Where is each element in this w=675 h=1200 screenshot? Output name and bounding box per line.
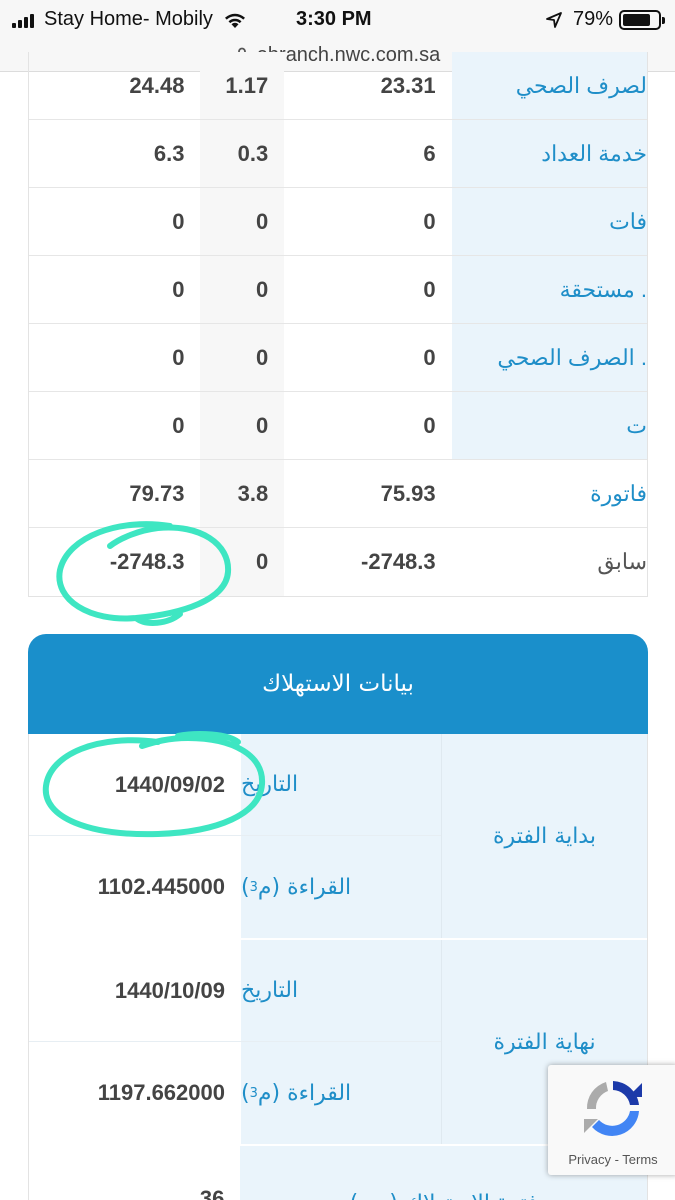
- start-date-label: التاريخ: [241, 734, 441, 835]
- recaptcha-separator: -: [610, 1152, 623, 1167]
- total-cell: 6.3: [153, 140, 185, 166]
- amount-cell: 0: [423, 208, 436, 234]
- battery-level: [623, 13, 650, 26]
- start-reading-value: 1102.445000: [97, 874, 225, 899]
- amount-cell: 0: [423, 276, 436, 302]
- row-label: لصرف الصحي: [451, 52, 647, 119]
- table-row: 0 0 0 فات: [29, 188, 647, 256]
- end-reading-close: ): [241, 1080, 250, 1106]
- location-arrow-icon: [546, 11, 562, 28]
- row-label: فاتورة: [451, 460, 647, 527]
- total-cell: 0: [172, 208, 185, 234]
- start-reading-unit-sup: 3: [249, 879, 258, 895]
- recaptcha-icon: [584, 1081, 642, 1136]
- recaptcha-badge[interactable]: Privacy - Terms: [548, 1065, 675, 1175]
- recaptcha-privacy-link[interactable]: Privacy: [568, 1152, 611, 1167]
- end-date-row: 1440/10/09 التاريخ: [29, 940, 441, 1042]
- consumption-period-value: 36: [199, 1186, 225, 1200]
- end-date-value: 1440/10/09: [114, 977, 225, 1003]
- total-cell: 0: [172, 344, 185, 370]
- end-reading-unit-sup: 3: [249, 1085, 258, 1101]
- status-bar: Stay Home- Mobily 3:30 PM 79%: [0, 0, 675, 38]
- status-left: Stay Home- Mobily: [12, 8, 247, 31]
- total-cell: 0: [172, 412, 185, 438]
- start-date-row: 1440/09/02 التاريخ: [29, 734, 441, 836]
- amount-cell: 75.93: [380, 480, 436, 506]
- end-reading-label: القراءة (م 3): [241, 1042, 441, 1144]
- total-cell: 24.48: [129, 72, 185, 98]
- vat-cell: 0: [200, 324, 285, 391]
- end-reading-value: 1197.662000: [97, 1080, 225, 1105]
- wifi-icon: [224, 13, 245, 28]
- table-row: 6.3 0.3 6 خدمة العداد: [29, 120, 647, 188]
- period-start-group: 1440/09/02 التاريخ 1102.445000 القراءة (…: [29, 734, 647, 940]
- end-reading-label-text: القراءة (م: [257, 1080, 352, 1106]
- row-label: . الصرف الصحي: [451, 324, 647, 391]
- amount-cell: 23.31: [380, 72, 436, 98]
- table-row: 000ت: [29, 392, 647, 460]
- carrier-name: Stay Home- Mobily: [44, 8, 213, 30]
- row-label: . مستحقة: [451, 256, 647, 323]
- recaptcha-links: Privacy - Terms: [548, 1152, 675, 1167]
- consumption-header: بيانات الاستهلاك: [28, 634, 648, 734]
- charges-card: 24.48 1.17 23.31 لصرف الصحي 6.3 0.3 6 خدمة العد…: [28, 52, 648, 597]
- amount-cell: 6: [423, 140, 436, 166]
- status-right: 79%: [545, 8, 665, 31]
- consumption-title: بيانات الاستهلاك: [262, 671, 414, 697]
- vat-cell: 0.3: [200, 120, 285, 187]
- row-label: فات: [451, 188, 647, 255]
- table-row: -2748.3 0 -2748.3 سابق: [29, 528, 647, 596]
- period-start-label: بداية الفترة: [441, 734, 647, 938]
- start-date-value: 1440/09/02: [114, 771, 225, 797]
- signal-icon: [12, 12, 36, 28]
- vat-cell: 0: [200, 392, 285, 459]
- battery-icon: [619, 9, 665, 30]
- total-cell: 79.73: [129, 480, 185, 506]
- row-label: ت: [451, 392, 647, 459]
- status-time: 3:30 PM: [296, 8, 372, 30]
- start-reading-close: ): [241, 874, 250, 900]
- vat-cell: 0: [200, 528, 285, 596]
- charges-table: 24.48 1.17 23.31 لصرف الصحي 6.3 0.3 6 خدمة العد…: [28, 52, 648, 597]
- vat-cell: 3.8: [200, 460, 285, 527]
- total-cell: -2748.3: [109, 549, 185, 574]
- end-reading-row: 1197.662000 القراءة (م 3): [29, 1042, 441, 1144]
- table-row: 000. الصرف الصحي: [29, 324, 647, 392]
- vat-cell: 0: [200, 188, 285, 255]
- row-label: خدمة العداد: [451, 120, 647, 187]
- total-cell: 0: [172, 276, 185, 302]
- start-reading-label: القراءة (م 3): [241, 836, 441, 938]
- start-reading-label-text: القراءة (م: [257, 874, 352, 900]
- vat-cell: 1.17: [200, 52, 285, 119]
- amount-cell: 0: [423, 412, 436, 438]
- amount-cell: -2748.3: [361, 549, 436, 574]
- vat-cell: 0: [200, 256, 285, 323]
- end-date-label: التاريخ: [241, 940, 441, 1041]
- row-label: سابق: [451, 528, 647, 596]
- amount-cell: 0: [423, 344, 436, 370]
- table-row: 79.73 3.8 75.93 فاتورة: [29, 460, 647, 528]
- start-reading-row: 1102.445000 القراءة (م 3): [29, 836, 441, 938]
- table-row: 24.48 1.17 23.31 لصرف الصحي: [29, 52, 647, 120]
- table-row: 000. مستحقة: [29, 256, 647, 324]
- battery-percentage: 79%: [572, 8, 613, 30]
- recaptcha-terms-link[interactable]: Terms: [622, 1152, 657, 1167]
